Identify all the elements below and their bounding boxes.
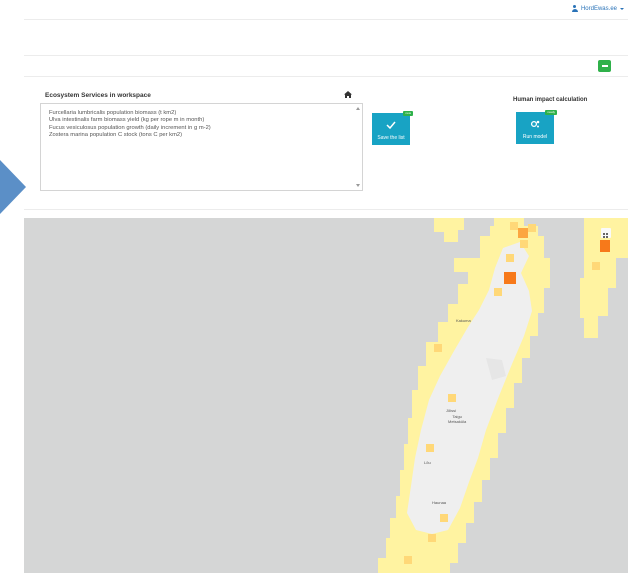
impact-zone-low (454, 258, 468, 272)
impact-cell (520, 240, 528, 248)
map-label-north: Kakuma (456, 318, 471, 323)
impact-cell (504, 272, 516, 284)
top-bar: HordEwas.ee (24, 0, 628, 20)
collapse-panel-button[interactable] (598, 60, 611, 72)
badge: new (403, 111, 413, 116)
scroll-up-icon[interactable] (356, 107, 360, 110)
impact-cell (506, 254, 514, 262)
run-model-button[interactable]: ready Run model (516, 110, 557, 144)
caret-down-icon (620, 7, 624, 10)
impact-cell (404, 556, 412, 564)
check-icon (386, 121, 396, 129)
badge: ready (545, 110, 557, 115)
map-label-west: Jõissi (446, 408, 457, 413)
impact-cell (592, 262, 600, 270)
impact-cell (600, 240, 610, 252)
layers-icon (603, 233, 608, 238)
list-item[interactable]: Fucus vesiculosus population growth (dai… (49, 125, 354, 132)
map-view[interactable]: Kakuma Jõissi Taigu Metsaküla Lõu Haunaa (24, 218, 628, 573)
list-item[interactable]: Furcellaria lumbricalis population bioma… (49, 110, 354, 117)
pointer-arrow-icon (0, 160, 26, 214)
impact-cell (510, 222, 518, 230)
user-menu[interactable]: HordEwas.ee (571, 5, 624, 12)
human-impact-title: Human impact calculation (513, 97, 588, 103)
impact-cell (440, 514, 448, 522)
impact-cell (528, 224, 536, 232)
ecosystem-services-list[interactable]: Furcellaria lumbricalis population bioma… (40, 103, 363, 191)
list-item[interactable]: Ulva intestinalis farm biomass yield (kg… (49, 117, 354, 124)
run-model-label: Run model (522, 134, 548, 140)
list-item[interactable]: Zostera marina population C stock (tons … (49, 132, 354, 139)
save-list-label: Save the list (377, 135, 405, 141)
home-icon[interactable] (344, 91, 352, 98)
impact-cell (426, 444, 434, 452)
scroll-down-icon[interactable] (356, 184, 360, 187)
ecosystem-services-title: Ecosystem Services in workspace (45, 92, 151, 99)
layers-button[interactable] (601, 228, 611, 238)
impact-zone-low (434, 218, 464, 242)
gears-icon (530, 120, 540, 128)
minus-icon (601, 65, 608, 67)
map-canvas[interactable] (24, 218, 628, 573)
divider (24, 76, 628, 77)
impact-cell (428, 534, 436, 542)
map-label-southeast: Haunaa (432, 500, 447, 505)
user-icon (571, 5, 578, 12)
map-label-south: Lõu (424, 460, 431, 465)
impact-cell (518, 228, 528, 238)
impact-cell (434, 344, 442, 352)
impact-cell (448, 394, 456, 402)
save-list-button[interactable]: new Save the list (372, 111, 413, 145)
divider (24, 209, 628, 210)
impact-cell (494, 288, 502, 296)
divider (24, 55, 628, 56)
map-label-center: Taigu Metsaküla (448, 414, 467, 424)
user-name: HordEwas.ee (580, 5, 617, 12)
